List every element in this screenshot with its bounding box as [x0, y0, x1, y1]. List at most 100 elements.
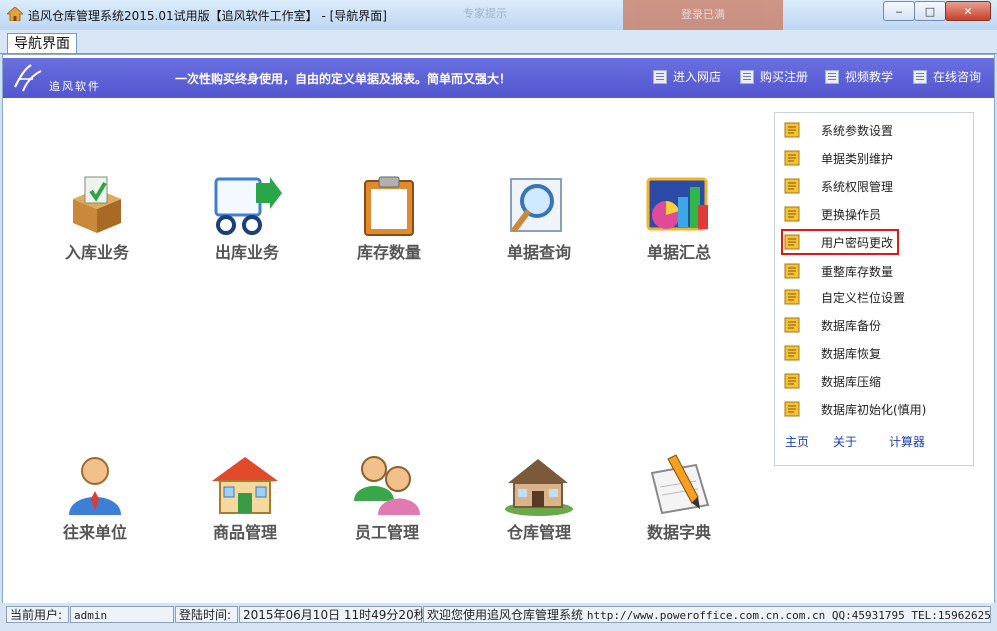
memo-icon	[784, 234, 800, 250]
banner: 追风软件 一次性购买终身使用，自由的定义单据及报表。简单而又强大！ 进入网店 购…	[3, 58, 994, 98]
link-label: 购买注册	[760, 70, 809, 84]
truck-out-icon	[214, 177, 282, 235]
side-menu-item[interactable]: 系统权限管理	[783, 175, 893, 197]
module-data-dictionary[interactable]: 数据字典	[619, 453, 739, 553]
module-label: 往来单位	[62, 523, 127, 542]
link-online-consult[interactable]: 在线咨询	[913, 68, 981, 85]
side-menu-label: 更换操作员	[821, 207, 882, 222]
module-label: 单据汇总	[646, 243, 711, 262]
status-message: 欢迎您使用追风仓库管理系统 http://www.poweroffice.com…	[423, 606, 991, 623]
status-user-label: 当前用户:	[6, 606, 69, 623]
side-menu-item[interactable]: 重整库存数量	[783, 260, 893, 282]
logo-text: 追风软件	[49, 80, 101, 93]
side-menu-item[interactable]: 更换操作员	[783, 203, 881, 225]
clipboard-icon	[364, 176, 414, 236]
module-label: 商品管理	[212, 523, 277, 542]
banner-slogan: 一次性购买终身使用，自由的定义单据及报表。简单而又强大！	[175, 72, 512, 86]
link-video-tutorial[interactable]: 视频教学	[825, 68, 893, 85]
side-menu-label: 数据库备份	[821, 318, 882, 333]
status-contact: http://www.poweroffice.com.cn.com.cn QQ:…	[586, 609, 991, 622]
staff-icon	[354, 456, 420, 515]
main-panel: 追风软件 一次性购买终身使用，自由的定义单据及报表。简单而又强大！ 进入网店 购…	[2, 54, 995, 604]
logo-icon	[14, 64, 42, 92]
link-online-store[interactable]: 进入网店	[653, 68, 721, 85]
module-label: 入库业务	[64, 243, 129, 262]
memo-icon	[784, 263, 800, 279]
side-menu-label: 用户密码更改	[821, 235, 894, 250]
ghost-tip: 专家提示	[463, 7, 507, 20]
memo-icon	[784, 373, 800, 389]
status-login-label: 登陆时间:	[175, 606, 238, 623]
title-bar: 追风仓库管理系统2015.01试用版【追风软件工作室】 - [导航界面] 专家提…	[0, 0, 997, 30]
shop-icon	[212, 457, 278, 514]
side-menu-label: 数据库恢复	[821, 346, 882, 361]
module-stock-qty[interactable]: 库存数量	[329, 173, 449, 273]
link-label: 视频教学	[845, 70, 894, 84]
link-about[interactable]: 关于	[833, 433, 857, 450]
magnifier-icon	[510, 178, 562, 232]
system-menu-panel: 系统参数设置 单据类别维护 系统权限管理 更换操作员用户密码更改 重整库存数量 自定义栏位…	[774, 112, 974, 466]
link-home[interactable]: 主页	[785, 433, 809, 450]
module-warehouse[interactable]: 仓库管理	[479, 453, 599, 553]
side-menu-item[interactable]: 系统参数设置	[783, 119, 893, 141]
side-menu-item[interactable]: 数据库压缩	[783, 370, 881, 392]
side-menu-item[interactable]: 用户密码更改	[780, 229, 900, 255]
status-user-value: admin	[70, 606, 174, 623]
status-bar: 当前用户: admin 登陆时间: 2015年06月10日 11时49分20秒 …	[0, 603, 997, 631]
module-doc-query[interactable]: 单据查询	[479, 173, 599, 273]
module-doc-summary[interactable]: 单据汇总	[619, 173, 739, 273]
side-menu-item[interactable]: 数据库恢复	[783, 342, 881, 364]
doc-list-icon	[825, 69, 839, 84]
module-label: 出库业务	[214, 243, 279, 262]
tab-navigation[interactable]: 导航界面	[7, 33, 77, 55]
side-menu-item[interactable]: 数据库备份	[783, 314, 881, 336]
memo-icon	[784, 289, 800, 305]
chart-icon	[646, 177, 708, 231]
minimize-button[interactable]: ‒	[883, 1, 915, 21]
module-stock-out[interactable]: 出库业务	[187, 173, 307, 273]
link-calculator[interactable]: 计算器	[889, 433, 925, 450]
memo-icon	[784, 401, 800, 417]
warehouse-icon	[505, 459, 573, 516]
module-label: 员工管理	[354, 523, 419, 542]
module-goods[interactable]: 商品管理	[185, 453, 305, 553]
doc-list-icon	[653, 69, 667, 84]
link-label: 进入网店	[673, 70, 722, 84]
side-menu-label: 重整库存数量	[821, 264, 894, 279]
memo-icon	[784, 317, 800, 333]
memo-icon	[784, 206, 800, 222]
side-menu-label: 数据库压缩	[821, 374, 882, 389]
window-controls: ‒ □ ✕	[883, 1, 991, 21]
link-label: 在线咨询	[933, 70, 982, 84]
module-stock-in[interactable]: 入库业务	[37, 173, 157, 273]
side-menu-item[interactable]: 数据库初始化(慎用)	[783, 398, 926, 420]
module-label: 仓库管理	[506, 523, 571, 542]
status-welcome: 欢迎您使用追风仓库管理系统	[427, 608, 584, 622]
side-menu-item[interactable]: 自定义栏位设置	[783, 286, 905, 308]
tab-strip: 导航界面	[0, 30, 997, 55]
side-menu-label: 数据库初始化(慎用)	[821, 402, 927, 417]
close-button[interactable]: ✕	[945, 1, 991, 21]
side-menu-label: 自定义栏位设置	[821, 290, 906, 305]
module-label: 数据字典	[646, 523, 711, 542]
person-icon	[69, 457, 121, 515]
home-icon	[7, 7, 23, 21]
memo-icon	[784, 122, 800, 138]
side-menu-item[interactable]: 单据类别维护	[783, 147, 893, 169]
status-login-time: 2015年06月10日 11时49分20秒	[239, 606, 426, 623]
doc-list-icon	[740, 69, 754, 84]
side-menu-label: 单据类别维护	[821, 151, 894, 166]
memo-icon	[784, 178, 800, 194]
module-staff[interactable]: 员工管理	[327, 453, 447, 553]
module-label: 单据查询	[506, 243, 571, 262]
doc-list-icon	[913, 69, 927, 84]
ghost-login-overlay: 登录已满	[623, 0, 783, 30]
box-in-icon	[73, 176, 121, 233]
side-menu-label: 系统参数设置	[821, 123, 894, 138]
side-menu-label: 系统权限管理	[821, 179, 894, 194]
maximize-button[interactable]: □	[914, 1, 946, 21]
pen-paper-icon	[650, 454, 710, 515]
module-partners[interactable]: 往来单位	[35, 453, 155, 553]
memo-icon	[784, 345, 800, 361]
link-buy-register[interactable]: 购买注册	[740, 68, 808, 85]
